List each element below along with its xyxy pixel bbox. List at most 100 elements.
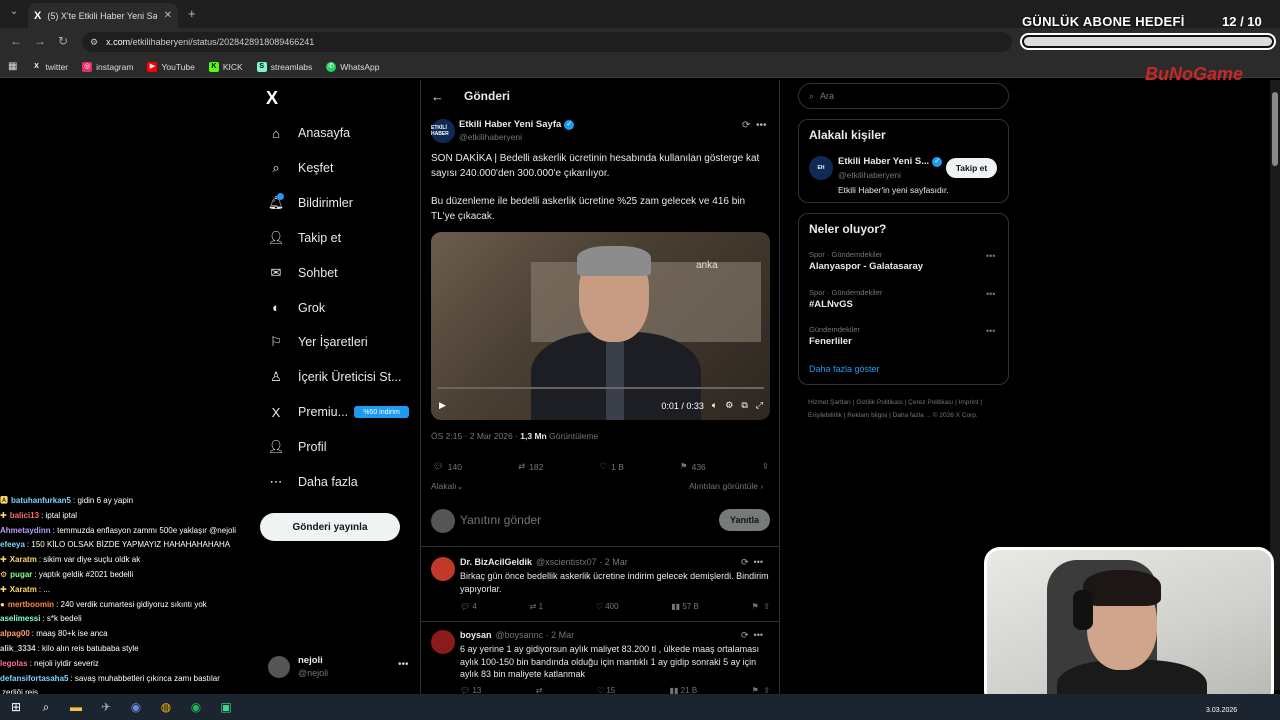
settings-icon[interactable]: ⚙ xyxy=(725,400,733,411)
sidebar-item-daha-fazla[interactable]: ⋯ Daha fazla xyxy=(268,474,358,490)
sidebar-item-keşfet[interactable]: ⌕ Keşfet xyxy=(268,160,333,176)
sidebar-item-premiu[interactable]: X Premiu... xyxy=(268,404,348,420)
sort-replies-dropdown[interactable]: Alakalı⌄ xyxy=(431,481,464,492)
tab-search-button[interactable]: ⌄ xyxy=(6,6,22,22)
tweet-text-1: SON DAKİKA | Bedelli askerlik ücretinin … xyxy=(431,153,760,179)
chat-username[interactable]: Xaratm xyxy=(10,555,37,564)
back-icon[interactable]: ← xyxy=(10,34,22,48)
like-action[interactable]: ♡ 1 B xyxy=(599,461,623,472)
bookmark-whatsapp[interactable]: ✆ WhatsApp xyxy=(326,61,380,72)
relevant-avatar[interactable]: EH xyxy=(809,156,833,180)
tweet-author-avatar[interactable]: ETKİLİ HABER xyxy=(431,119,455,143)
site-info-icon[interactable]: ⚙ xyxy=(90,37,98,48)
bookmark-action[interactable]: ⚑ 436 xyxy=(680,461,706,472)
tweet-actions: 💬︎ 140 ⇄ 182 ♡ 1 B ⚑ 436 ⇪ xyxy=(433,461,769,472)
app-icon[interactable]: ✈ xyxy=(98,699,114,715)
x-logo-icon[interactable]: X xyxy=(266,88,278,109)
chat-username[interactable]: Xaratm xyxy=(10,585,37,594)
trend-more-icon[interactable]: ••• xyxy=(986,289,995,299)
chat-username[interactable]: batuhanfurkan5 xyxy=(11,496,71,505)
trend-item[interactable]: #ALNvGS xyxy=(809,299,853,310)
like-action[interactable]: ♡ 400 xyxy=(596,602,619,611)
bookmark-icon[interactable]: ⚑ ⇪ xyxy=(752,602,770,611)
bookmark-youtube[interactable]: ▶ YouTube xyxy=(147,61,195,72)
scrollbar-thumb[interactable] xyxy=(1272,92,1278,166)
sidebar-item-i-çerik-üreticisi-st[interactable]: ♙ İçerik Üreticisi St... xyxy=(268,369,401,385)
search-input[interactable]: ⌕ Ara xyxy=(798,83,1009,109)
chat-username[interactable]: defansifortasaha5 xyxy=(0,674,68,683)
account-more-icon[interactable]: ••• xyxy=(398,659,409,670)
sidebar-item-sohbet[interactable]: ✉ Sohbet xyxy=(268,265,338,281)
tweet-video[interactable]: anka ▶ 0:01 / 0:33 🔈︎ ⚙ ⧉ ⤢ xyxy=(431,232,770,420)
new-tab-button[interactable]: + xyxy=(188,6,196,21)
chat-username[interactable]: alpag00 xyxy=(0,629,30,638)
mute-icon[interactable]: 🔈︎ xyxy=(712,400,717,411)
chat-username[interactable]: Ahmetaydinn xyxy=(0,526,51,535)
views-action[interactable]: ▮▮ 57 B xyxy=(671,602,699,611)
footer-links[interactable]: Hizmet Şartları | Gizlilik Politikası | … xyxy=(808,397,1008,422)
chat-username[interactable]: aselimessi xyxy=(0,614,40,623)
play-icon[interactable]: ▶ xyxy=(439,400,446,411)
share-action[interactable]: ⇪ xyxy=(762,461,769,472)
show-more-link[interactable]: Daha fazla göster xyxy=(809,364,880,374)
more-icon[interactable]: ••• xyxy=(756,120,767,131)
bookmark-kick[interactable]: K KICK xyxy=(208,61,243,72)
sidebar-item-yer-i-şaretleri[interactable]: ⚐ Yer İşaretleri xyxy=(268,334,368,350)
chat-username[interactable]: legolas xyxy=(0,659,28,668)
pip-icon[interactable]: ⧉ xyxy=(741,400,747,411)
apps-grid-icon[interactable]: ▦ xyxy=(8,61,17,72)
back-arrow-icon[interactable]: ← xyxy=(431,89,444,104)
reply-action[interactable]: 💬︎ 4 xyxy=(460,602,477,611)
trend-more-icon[interactable]: ••• xyxy=(986,251,995,261)
chat-username[interactable]: efeeya xyxy=(0,540,25,549)
tab-close-icon[interactable]: ✕ xyxy=(164,10,172,21)
tweet-author-handle[interactable]: @etkilihaberyeni xyxy=(459,132,522,142)
reply-avatar[interactable] xyxy=(431,557,455,581)
retweet-action[interactable]: ⇄ 1 xyxy=(530,602,543,611)
view-quotes-link[interactable]: Alıntıları görüntüle › xyxy=(689,481,763,491)
chat-username[interactable]: pugar xyxy=(10,570,32,579)
reply-more-icon[interactable]: ⟳ ••• xyxy=(741,630,763,641)
file-explorer-icon[interactable]: ▬ xyxy=(68,699,84,715)
follow-button[interactable]: Takip et xyxy=(946,158,997,178)
retweet-icon: ⇄ xyxy=(518,461,526,471)
chat-username[interactable]: alik_3334 xyxy=(0,644,36,653)
avatar[interactable] xyxy=(268,656,290,678)
video-progress-bar[interactable] xyxy=(437,387,764,389)
reply-action[interactable]: 💬︎ 140 xyxy=(433,461,462,472)
fullscreen-icon[interactable]: ⤢ xyxy=(756,400,763,411)
bookmark-instagram[interactable]: ◎ instagram xyxy=(82,61,133,72)
forward-icon[interactable]: → xyxy=(34,34,46,48)
post-button[interactable]: Gönderi yayınla xyxy=(260,513,400,541)
url-input[interactable]: ⚙ x.com/etkilihaberyeni/status/202842891… xyxy=(82,32,1012,52)
discord-icon[interactable]: ◉ xyxy=(128,699,144,715)
relevant-name[interactable]: Etkili Haber Yeni S... ✓ xyxy=(838,156,943,167)
browser-tab-active[interactable]: X (5) X'te Etkili Haber Yeni Sayfa: " ✕ xyxy=(28,3,178,28)
sidebar-item-anasayfa[interactable]: ⌂ Anasayfa xyxy=(268,125,350,141)
reply-avatar[interactable] xyxy=(431,630,455,654)
app-green-icon[interactable]: ▣ xyxy=(218,699,234,715)
sidebar-item-profil[interactable]: 👤︎ Profil xyxy=(268,439,327,455)
trend-more-icon[interactable]: ••• xyxy=(986,326,995,336)
bookmark-streamlabs[interactable]: Sstreamlabs xyxy=(256,61,312,72)
chat-username[interactable]: mertboomin xyxy=(8,600,54,609)
windows-start-icon[interactable]: ⊞ xyxy=(8,699,24,715)
reply-more-icon[interactable]: ⟳ ••• xyxy=(741,557,763,568)
bookmark-twitter[interactable]: Xtwitter xyxy=(31,62,68,72)
trend-item[interactable]: Fenerliler xyxy=(809,336,852,347)
spotify-icon[interactable]: ◉ xyxy=(188,699,204,715)
chat-message: alik_3334: kilo alın reis batubaba style xyxy=(0,642,260,657)
tweet-author-name[interactable]: Etkili Haber Yeni Sayfa ✓ xyxy=(459,119,575,130)
trend-item[interactable]: Alanyaspor - Galatasaray xyxy=(809,261,923,272)
retweet-action[interactable]: ⇄ 182 xyxy=(518,461,543,472)
reload-icon[interactable]: ↻ xyxy=(58,34,68,48)
reply-input[interactable]: Yanıtını gönder xyxy=(460,513,541,527)
grok-icon[interactable]: ⟳ xyxy=(742,120,750,131)
sidebar-item-grok[interactable]: ◐ Grok xyxy=(268,300,325,316)
chrome-icon[interactable]: ◍ xyxy=(158,699,174,715)
chat-username[interactable]: balici13 xyxy=(10,511,39,520)
x-premium-icon: X xyxy=(271,404,281,420)
search-icon[interactable]: ⌕ xyxy=(38,699,54,715)
sidebar-item-takip-et[interactable]: 👤︎ Takip et xyxy=(268,230,341,246)
reply-button[interactable]: Yanıtla xyxy=(719,509,770,531)
